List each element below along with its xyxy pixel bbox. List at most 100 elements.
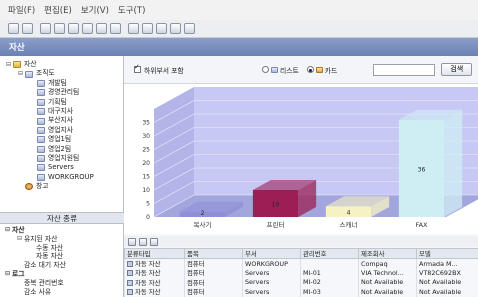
asset-table: 분류타입 품목 부서 관리번호 제조회사 모델 자동 자산 컴퓨터 WORKGROUP Comp…	[124, 248, 478, 297]
cell-text: Not Available	[419, 287, 462, 296]
export-icon[interactable]	[150, 237, 158, 246]
kind-node-label: 로그	[12, 269, 25, 278]
table-row[interactable]: 자동 자산 컴퓨터 WORKGROUP Compaq Armada M...	[124, 258, 478, 268]
print-icon[interactable]	[82, 23, 93, 34]
column-header[interactable]: 모델	[416, 248, 478, 259]
open-folder-icon[interactable]	[128, 23, 139, 34]
table-row[interactable]: 자동 자산 컴퓨터 Servers MI-02 Not Available Not Ava…	[124, 277, 478, 287]
asset-row-icon	[127, 261, 133, 267]
table-cell: 자동 자산	[124, 287, 185, 297]
menu-item-0[interactable]: 파일(F)	[8, 4, 35, 16]
kind-node[interactable]: ⊟ 로그	[5, 270, 124, 279]
column-header[interactable]: 분류타입	[124, 248, 185, 259]
kind-node[interactable]: 감소 사유	[5, 288, 124, 297]
tree-node[interactable]: 대구지사	[6, 107, 124, 116]
list-radio[interactable]	[262, 66, 269, 73]
include-sub-label: 하위부서 포함	[144, 66, 184, 75]
list-icon	[271, 66, 278, 73]
chart-bar: 10	[252, 180, 317, 217]
x-tick-label: 복사기	[194, 220, 212, 229]
paste-icon[interactable]	[110, 23, 121, 34]
tree-node[interactable]: ⊟ 조직도	[6, 69, 124, 78]
tree-node[interactable]: 영업1팀	[6, 135, 124, 144]
view-card-option[interactable]: 카드	[306, 65, 337, 75]
cell-text: 자동 자산	[135, 288, 161, 297]
tree-node[interactable]: 영업지원팀	[6, 154, 124, 163]
tree-node[interactable]: Servers	[6, 163, 124, 172]
menu-item-2[interactable]: 보기(V)	[81, 4, 109, 16]
tree-node[interactable]: 기획팀	[6, 98, 124, 107]
kind-node[interactable]: ⊟ 유지된 자산	[5, 235, 124, 244]
menu-item-3[interactable]: 도구(T)	[118, 4, 145, 16]
cell-text: MI-02	[303, 278, 321, 287]
column-header[interactable]: 제조회사	[358, 248, 417, 259]
table-cell: Servers	[242, 268, 301, 278]
grid-icon[interactable]	[22, 23, 33, 34]
tree-node-label: 부산지사	[48, 116, 74, 125]
cell-text: 자동 자산	[135, 278, 161, 287]
kind-node[interactable]: 감소 대기 자산	[5, 261, 124, 270]
filter-icon[interactable]	[54, 23, 65, 34]
data-label: 4	[347, 210, 351, 217]
cell-text: 컴퓨터	[187, 269, 205, 278]
department-icon	[37, 79, 45, 87]
table-cell: VT82C692BX	[416, 268, 478, 278]
chart-icon[interactable]	[156, 23, 167, 34]
kind-node[interactable]: 중복 관리번호	[5, 279, 124, 288]
tree-toggle-icon[interactable]: ⊟	[5, 226, 11, 235]
settings-icon[interactable]	[184, 23, 195, 34]
include-sub-checkbox[interactable]	[134, 63, 141, 73]
tree-node[interactable]: 개발팀	[6, 79, 124, 88]
tree-node[interactable]: 경영관리팀	[6, 88, 124, 97]
search-input[interactable]	[373, 63, 436, 76]
kind-node[interactable]: 수동 자산	[5, 244, 124, 253]
cell-text: MI-03	[303, 287, 321, 296]
toolbar	[0, 20, 478, 38]
tree-toggle-icon[interactable]: ⊟	[18, 69, 24, 78]
tree-node[interactable]: 영업2팀	[6, 145, 124, 154]
save-icon[interactable]	[8, 23, 19, 34]
kind-node-label: 감소 사유	[24, 287, 52, 296]
tree-node[interactable]: 부산지사	[6, 116, 124, 125]
tree-node-label: 영업지사	[48, 125, 74, 134]
kind-node[interactable]: ⊟ 자산	[5, 226, 124, 235]
tree-node[interactable]: 창고	[6, 182, 124, 191]
card-radio[interactable]	[306, 66, 314, 73]
table-cell: 자동 자산	[124, 277, 185, 287]
left-panel: ⊟ 자산 ⊟ 조직도 개발팀 경영관리팀 기획팀 대구지사 부산지사 영업지사 영업1팀 영업2팀 영업…	[0, 56, 124, 297]
print-icon[interactable]	[139, 237, 147, 246]
search-button[interactable]: 검색	[441, 63, 473, 76]
cell-text: Servers	[245, 268, 270, 277]
view-list-option[interactable]: 리스트	[262, 65, 299, 75]
kind-node[interactable]: 자동 자산	[5, 252, 124, 261]
tree-toggle-icon[interactable]: ⊟	[17, 235, 23, 244]
folder-icon	[13, 61, 21, 69]
search-icon[interactable]	[142, 23, 153, 34]
filter-icon[interactable]	[68, 23, 79, 34]
y-tick-label: 0	[146, 214, 150, 221]
tree-node[interactable]: ⊟ 자산	[6, 60, 124, 69]
tree-node[interactable]: WORKGROUP	[6, 173, 124, 182]
data-label: 2	[201, 210, 205, 217]
tree-toggle-icon[interactable]: ⊟	[5, 270, 11, 279]
tree-node-label: 개발팀	[48, 78, 67, 87]
cell-text: 자동 자산	[135, 269, 161, 278]
tree-node[interactable]: 영업지사	[6, 126, 124, 135]
bar-chart: 0 5 10 15 20 25 30 35 2 복사기 10 프린터 4 스캐너 36 FAX	[142, 87, 478, 229]
include-sub-option[interactable]: 하위부서 포함	[134, 63, 254, 75]
column-header[interactable]: 품목	[184, 248, 243, 259]
cell-text: VT82C692BX	[419, 268, 461, 277]
copy-icon[interactable]	[96, 23, 107, 34]
table-row[interactable]: 자동 자산 컴퓨터 Servers MI-01 VIA Technol... VT82C6…	[124, 268, 478, 278]
menu-item-1[interactable]: 편집(E)	[44, 4, 72, 16]
column-header[interactable]: 부서	[242, 248, 301, 259]
grid-settings-icon[interactable]	[128, 237, 136, 246]
refresh-icon[interactable]	[40, 23, 51, 34]
department-icon	[37, 136, 45, 144]
export-icon[interactable]	[170, 23, 181, 34]
tree-toggle-icon[interactable]: ⊟	[6, 60, 12, 69]
column-header[interactable]: 관리번호	[300, 248, 359, 259]
department-icon	[37, 145, 45, 153]
table-row[interactable]: 자동 자산 컴퓨터 Servers MI-03 Not Available Not Ava…	[124, 287, 478, 297]
table-cell	[300, 258, 359, 268]
